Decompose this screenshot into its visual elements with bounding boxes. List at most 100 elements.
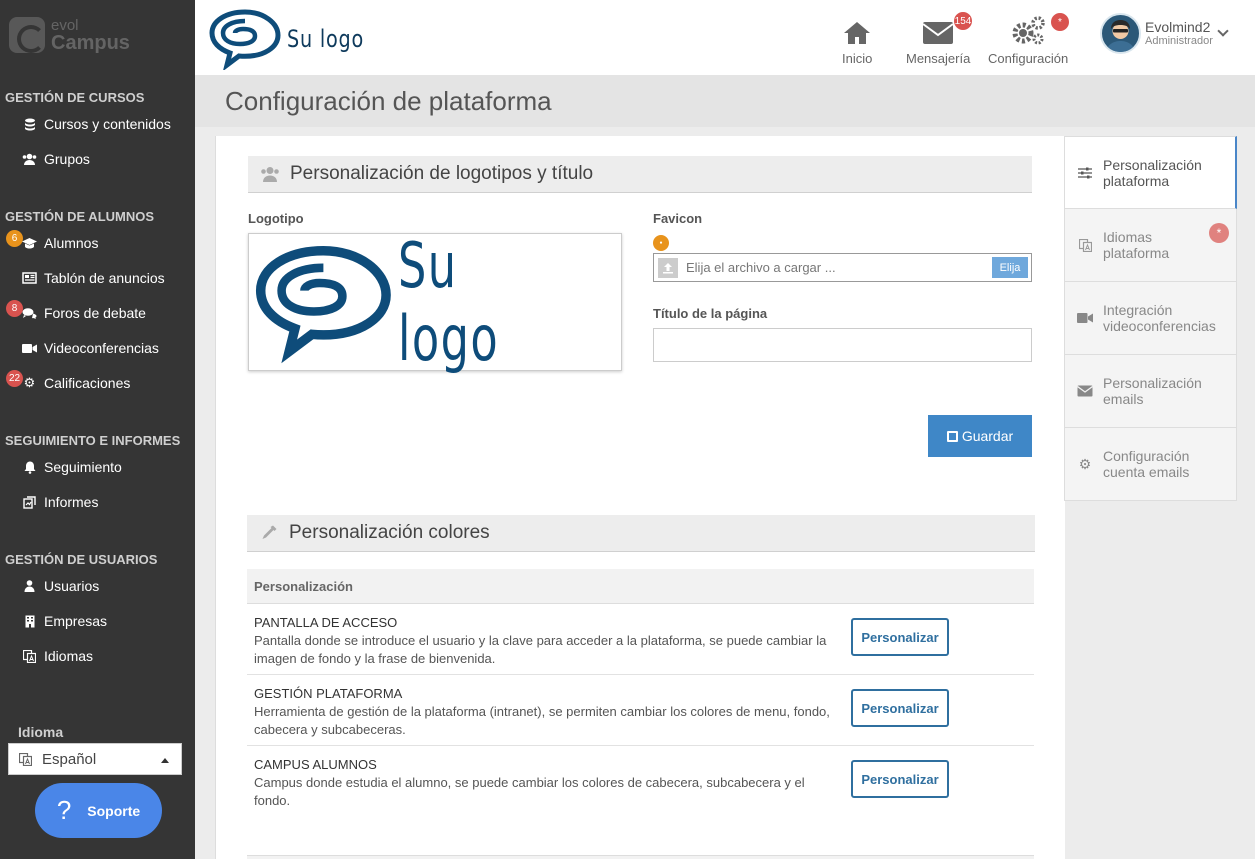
tab-personalizacion-emails[interactable]: Personalización emails — [1064, 355, 1237, 428]
main-panel: Personalización de logotipos y título Lo… — [215, 136, 1065, 859]
page-title-bar: Configuración de plataforma — [195, 75, 1255, 127]
sidebar-item-tablon[interactable]: Tablón de anuncios — [22, 268, 165, 288]
upload-icon — [658, 257, 678, 278]
sidebar-item-informes[interactable]: Informes — [22, 492, 98, 512]
nav-mensajeria[interactable]: Mensajería 154 — [906, 11, 973, 66]
user-icon — [22, 579, 37, 593]
row-title: GESTIÓN PLATAFORMA — [254, 686, 403, 701]
user-menu[interactable]: Evolmind2 Administrador — [1100, 13, 1229, 54]
tab-badge: * — [1209, 223, 1229, 243]
tab-label-line2: emails — [1103, 391, 1144, 407]
save-label: Guardar — [961, 428, 1014, 444]
sidebar-item-label: Empresas — [44, 613, 108, 629]
customize-access-button[interactable]: Personalizar — [851, 618, 949, 656]
logo-label: Logotipo — [248, 211, 304, 226]
home-icon — [843, 15, 871, 45]
sidebar-item-label: Foros de debate — [44, 305, 146, 321]
sidebar-item-videoconferencias[interactable]: Videoconferencias — [22, 338, 159, 358]
sidebar-item-seguimiento[interactable]: Seguimiento — [22, 457, 122, 477]
config-badge: * — [1050, 12, 1070, 32]
row-title: PANTALLA DE ACCESO — [254, 615, 398, 630]
logos-section-title: Personalización de logotipos y título — [290, 163, 594, 184]
tab-configuracion-cuenta-emails[interactable]: ⚙ Configuración cuenta emails — [1064, 428, 1237, 501]
video-camera-icon — [22, 341, 37, 355]
messages-badge: 154 — [953, 11, 973, 31]
row-description: Campus donde estudia el alumno, se puede… — [254, 775, 805, 808]
tab-personalizacion-plataforma[interactable]: Personalización plataforma — [1064, 136, 1237, 209]
tab-label-line2: plataforma — [1103, 245, 1170, 261]
favicon-file-input[interactable]: Elija el archivo a cargar ... Elija — [653, 253, 1032, 282]
tab-label-line2: cuenta emails — [1103, 464, 1190, 480]
eyedropper-icon — [257, 524, 281, 542]
table-row: PANTALLA DE ACCESO Pantalla donde se int… — [247, 604, 1034, 675]
sidebar-item-calificaciones[interactable]: ⚙ Calificaciones — [22, 373, 131, 393]
sidebar-item-label: Usuarios — [44, 578, 100, 594]
language-label: Idioma — [18, 724, 64, 740]
envelope-icon — [1077, 385, 1093, 397]
file-placeholder: Elija el archivo a cargar ... — [686, 260, 836, 275]
caret-up-icon — [161, 758, 169, 763]
newspaper-icon — [22, 271, 37, 285]
tab-label-line1: Idiomas — [1103, 229, 1153, 245]
nav-inicio-label: Inicio — [842, 51, 873, 66]
brand-line1: evol — [51, 16, 79, 34]
sidebar-item-empresas[interactable]: Empresas — [22, 611, 107, 631]
sidebar-item-idiomas[interactable]: Idiomas — [22, 646, 93, 666]
sidebar-item-usuarios[interactable]: Usuarios — [22, 576, 99, 596]
sidebar-item-cursos[interactable]: Cursos y contenidos — [22, 114, 171, 134]
support-button[interactable]: ? Soporte — [35, 783, 162, 838]
top-bar: Su logo Inicio Mensajería 154 Configurac… — [195, 0, 1255, 75]
sidebar-item-label: Grupos — [44, 151, 90, 167]
page-title-input[interactable] — [653, 328, 1032, 362]
avatar — [1100, 13, 1141, 54]
sidebar-item-label: Tablón de anuncios — [44, 270, 165, 286]
language-select[interactable]: Español — [8, 743, 182, 775]
tab-idiomas-plataforma[interactable]: Idiomas plataforma * — [1064, 209, 1237, 282]
table-row: CAMPUS ALUMNOS Campus donde estudia el a… — [247, 746, 1034, 817]
sidebar-item-alumnos[interactable]: Alumnos — [22, 233, 98, 253]
question-icon: ? — [56, 795, 72, 825]
evol-campus-logo[interactable]: evol Campus — [9, 17, 130, 53]
logos-section-header: Personalización de logotipos y título — [248, 156, 1032, 193]
site-logo[interactable]: Su logo — [209, 8, 383, 70]
sidebar: evol Campus GESTIÓN DE CURSOS Cursos y c… — [0, 0, 195, 859]
choose-file-button[interactable]: Elija — [992, 257, 1028, 278]
settings-tabs: Personalización plataforma Idiomas platafo… — [1064, 136, 1237, 501]
save-button[interactable]: Guardar — [928, 415, 1032, 457]
table-header: Personalización — [247, 569, 1034, 604]
translate-icon — [19, 752, 32, 766]
nav-inicio[interactable]: Inicio — [842, 15, 872, 66]
sidebar-item-label: Idiomas — [44, 648, 94, 664]
sidebar-item-label: Videoconferencias — [44, 340, 159, 356]
customize-platform-button[interactable]: Personalizar — [851, 689, 949, 727]
page-title: Configuración de plataforma — [225, 86, 552, 116]
page-title-field-label: Título de la página — [653, 306, 768, 321]
next-section-divider — [247, 855, 1034, 859]
save-icon — [946, 430, 958, 442]
tab-label-line1: Personalización — [1103, 375, 1202, 391]
brand-line2: Campus — [51, 31, 130, 54]
sidebar-item-label: Cursos y contenidos — [44, 116, 171, 132]
logo-preview-text: Su logo — [397, 229, 499, 375]
calificaciones-badge: 22 — [6, 370, 24, 387]
row-description: Herramienta de gestión de la plataforma … — [254, 704, 830, 737]
logo-text: Su logo — [287, 25, 365, 53]
user-role: Administrador — [1145, 35, 1213, 48]
envelope-icon — [922, 15, 954, 45]
nav-configuracion[interactable]: Configuración * — [988, 12, 1070, 66]
sidebar-item-foros[interactable]: Foros de debate — [22, 303, 146, 323]
colors-table: Personalización PANTALLA DE ACCESO Panta… — [247, 569, 1034, 817]
gear-icon: ⚙ — [1078, 455, 1092, 472]
sidebar-item-grupos[interactable]: Grupos — [22, 149, 90, 169]
tab-integracion-videoconferencias[interactable]: Integración videoconferencias — [1064, 282, 1237, 355]
nav-mensajeria-label: Mensajería — [906, 51, 971, 66]
favicon-preview-icon: ● — [653, 235, 669, 251]
graduation-cap-icon — [22, 236, 37, 250]
tab-label-line1: Integración — [1103, 302, 1173, 318]
row-description: Pantalla donde se introduce el usuario y… — [254, 633, 827, 666]
section-title-usuarios: GESTIÓN DE USUARIOS — [5, 552, 158, 567]
section-title-cursos: GESTIÓN DE CURSOS — [5, 90, 145, 105]
logo-preview[interactable]: Su logo — [248, 229, 622, 375]
customize-campus-button[interactable]: Personalizar — [851, 760, 949, 798]
gears-icon — [1010, 15, 1046, 45]
